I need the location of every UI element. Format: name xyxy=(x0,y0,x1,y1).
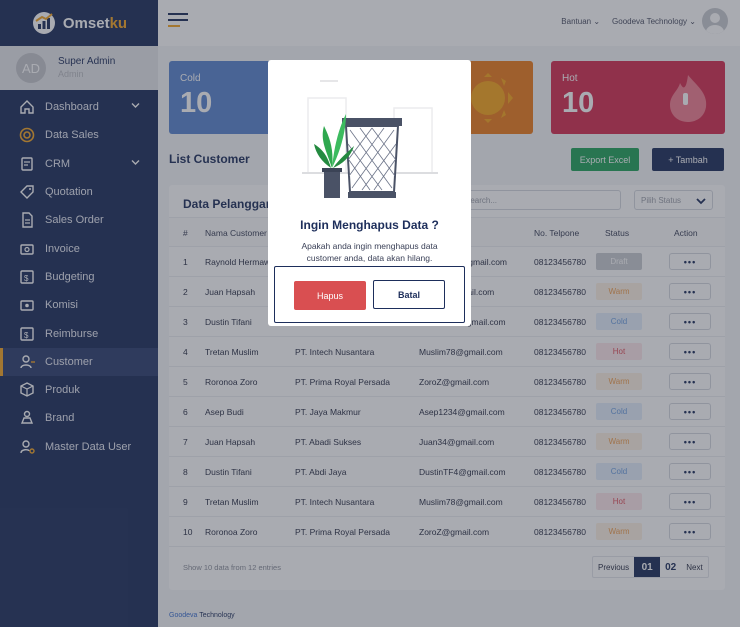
cancel-button[interactable]: Batal xyxy=(373,280,445,309)
delete-confirm-modal: Ingin Menghapus Data ? Apakah anda ingin… xyxy=(268,60,471,326)
confirm-delete-button[interactable]: Hapus xyxy=(294,281,366,310)
modal-title: Ingin Menghapus Data ? xyxy=(300,218,439,232)
modal-message: Apakah anda ingin menghapus data custome… xyxy=(301,241,438,263)
trash-plant-illustration xyxy=(302,80,438,198)
modal-actions: Hapus Batal xyxy=(274,266,465,323)
